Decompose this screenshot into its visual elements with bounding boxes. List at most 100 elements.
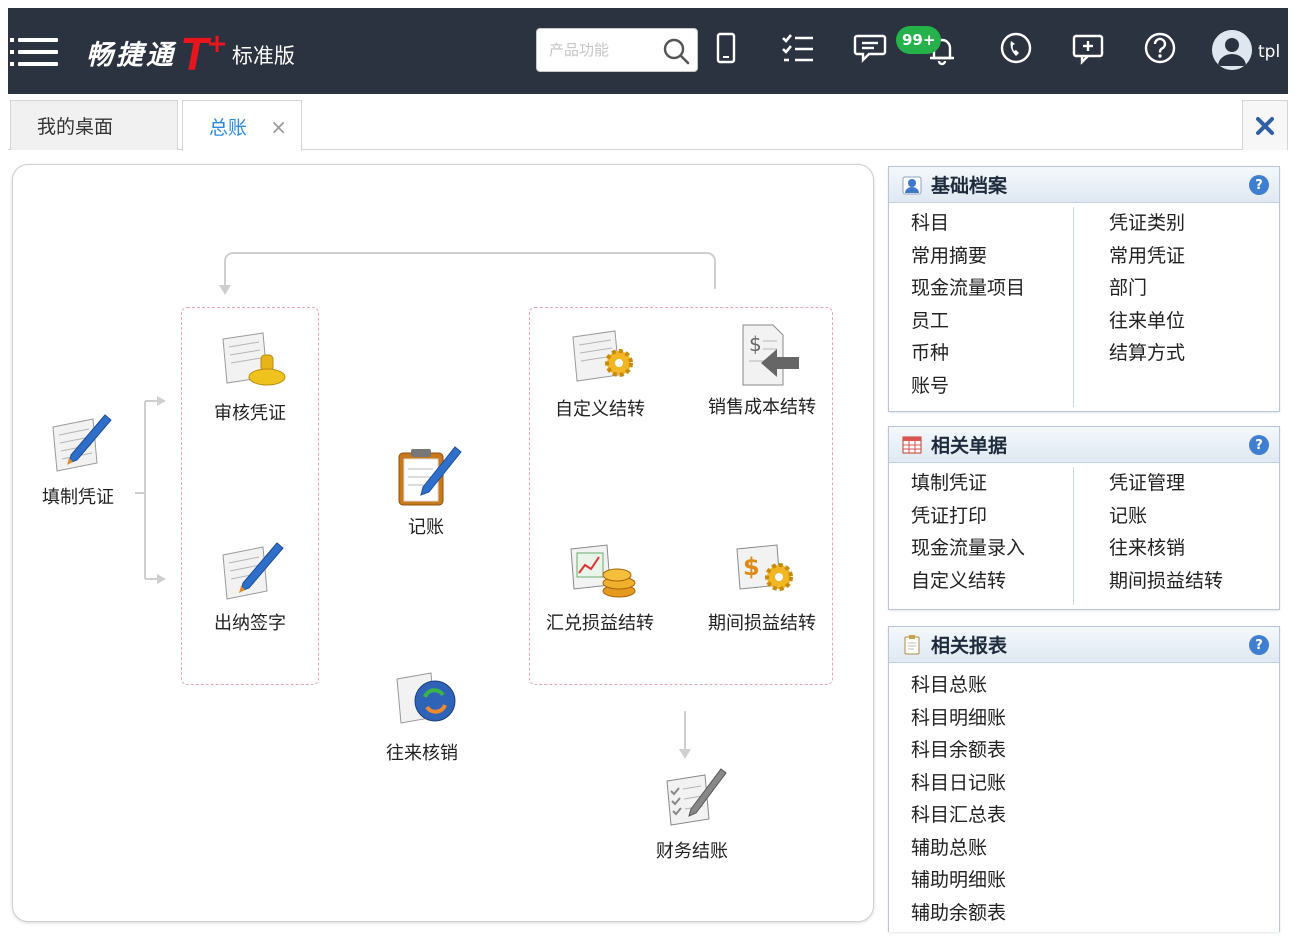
node-label: 往来核销 [386, 743, 458, 764]
fill-voucher-icon [52, 414, 112, 472]
logo-t: T [180, 28, 209, 80]
panel-related-documents: 相关单据 ? 填制凭证 凭证打印 现金流量录入 自定义结转 凭证管理 记账 往来… [888, 426, 1280, 610]
node-label: 审核凭证 [214, 403, 286, 424]
link-department[interactable]: 部门 [1109, 272, 1185, 305]
search-input[interactable] [549, 37, 659, 63]
link-writeoff[interactable]: 往来核销 [1109, 532, 1223, 565]
search-box[interactable] [536, 28, 698, 72]
node-audit-voucher[interactable]: 审核凭证 [185, 325, 315, 425]
link-cashflow-item[interactable]: 现金流量项目 [911, 272, 1025, 305]
panel-title: 相关单据 [931, 435, 1008, 457]
node-label: 填制凭证 [42, 487, 114, 508]
close-icon [1256, 116, 1274, 135]
edition-label: 标准版 [231, 44, 295, 68]
mobile-icon[interactable] [708, 30, 744, 66]
link-fill-voucher[interactable]: 填制凭证 [911, 467, 1025, 500]
node-label: 财务结账 [656, 841, 728, 862]
post-clipboard-icon [398, 446, 462, 506]
panel-body: 科目 常用摘要 现金流量项目 员工 币种 账号 凭证类别 常用凭证 部门 往来单… [889, 203, 1279, 411]
link-report-general-ledger[interactable]: 科目总账 [911, 669, 1006, 702]
notification-badge: 99+ [896, 26, 942, 54]
tab-label: 总账 [209, 116, 248, 139]
tab-general-ledger[interactable]: 总账 × [182, 100, 302, 151]
panel-title: 相关报表 [931, 635, 1008, 657]
search-icon[interactable] [661, 36, 691, 66]
link-partner-unit[interactable]: 往来单位 [1109, 305, 1185, 338]
node-ar-ap-writeoff[interactable]: 往来核销 [357, 665, 487, 765]
audit-voucher-icon [222, 332, 286, 386]
phone-icon[interactable] [998, 30, 1034, 66]
help-icon[interactable]: ? [1249, 175, 1269, 195]
link-custom-transfer[interactable]: 自定义结转 [911, 565, 1025, 598]
node-label: 汇兑损益结转 [546, 613, 654, 634]
node-period-pl-transfer[interactable]: $ 期间损益结转 [697, 535, 827, 635]
close-tab-icon[interactable]: × [270, 115, 287, 139]
user-name[interactable]: tpl [1258, 42, 1280, 62]
period-pl-transfer-icon: $ [736, 544, 793, 591]
node-cashier-sign[interactable]: 出纳签字 [185, 535, 315, 635]
node-fill-voucher[interactable]: 填制凭证 [13, 409, 143, 509]
menu-icon[interactable] [10, 38, 62, 68]
cashier-sign-icon [222, 542, 284, 600]
node-exchange-pl-transfer[interactable]: 汇兑损益结转 [535, 535, 665, 635]
link-common-summary[interactable]: 常用摘要 [911, 240, 1025, 273]
link-voucher-type[interactable]: 凭证类别 [1109, 207, 1185, 240]
task-list-icon[interactable] [780, 30, 816, 66]
link-report-journal[interactable]: 科目日记账 [911, 767, 1006, 800]
link-report-detail-ledger[interactable]: 科目明细账 [911, 702, 1006, 735]
link-report-aux-balance[interactable]: 辅助余额表 [911, 897, 1006, 930]
panel-header: 相关单据 ? [889, 427, 1279, 463]
feedback-icon[interactable] [1070, 30, 1106, 66]
node-label: 出纳签字 [214, 613, 286, 634]
help-icon[interactable]: ? [1249, 435, 1269, 455]
svg-text:$: $ [749, 332, 762, 356]
sales-cost-transfer-icon: $ [742, 324, 799, 386]
link-post[interactable]: 记账 [1109, 500, 1223, 533]
link-period-pl-transfer[interactable]: 期间损益结转 [1109, 565, 1223, 598]
node-label: 自定义结转 [555, 399, 645, 420]
help-icon[interactable] [1142, 30, 1178, 66]
tab-strip: 我的桌面 总账 × [8, 100, 1288, 151]
node-close-books[interactable]: 财务结账 [627, 763, 757, 863]
link-account-subject[interactable]: 科目 [911, 207, 1025, 240]
panel-header: 相关报表 ? [889, 627, 1279, 663]
logo-plus: + [206, 29, 228, 59]
link-report-aux-detail[interactable]: 辅助明细账 [911, 864, 1006, 897]
node-custom-transfer[interactable]: 自定义结转 [535, 321, 665, 421]
link-currency[interactable]: 币种 [911, 337, 1025, 370]
writeoff-icon [396, 672, 456, 724]
node-label: 销售成本结转 [708, 397, 816, 418]
link-bank-account[interactable]: 账号 [911, 370, 1025, 403]
panel-basic-records: 基础档案 ? 科目 常用摘要 现金流量项目 员工 币种 账号 凭证类别 常用凭证… [888, 166, 1280, 412]
close-all-tabs-button[interactable] [1242, 100, 1288, 150]
link-report-summary[interactable]: 科目汇总表 [911, 799, 1006, 832]
tab-label: 我的桌面 [37, 116, 114, 138]
link-print-voucher[interactable]: 凭证打印 [911, 500, 1025, 533]
help-icon[interactable]: ? [1249, 635, 1269, 655]
link-report-balance[interactable]: 科目余额表 [911, 734, 1006, 767]
user-avatar-icon[interactable] [1212, 30, 1252, 70]
message-icon[interactable] [852, 30, 888, 66]
link-settlement-method[interactable]: 结算方式 [1109, 337, 1185, 370]
user-card-icon [902, 176, 922, 194]
link-employee[interactable]: 员工 [911, 305, 1025, 338]
logo-text: 畅捷通 [86, 40, 176, 71]
panel-body: 填制凭证 凭证打印 现金流量录入 自定义结转 凭证管理 记账 往来核销 期间损益… [889, 463, 1279, 609]
node-sales-cost-transfer[interactable]: $ 销售成本结转 [697, 319, 827, 419]
table-icon [902, 436, 922, 453]
report-clipboard-icon [904, 634, 920, 654]
node-label: 记账 [408, 517, 444, 538]
link-voucher-management[interactable]: 凭证管理 [1109, 467, 1223, 500]
panel-related-reports: 相关报表 ? 科目总账 科目明细账 科目余额表 科目日记账 科目汇总表 辅助总账… [888, 626, 1280, 932]
custom-transfer-icon [572, 330, 633, 382]
link-report-aux-ledger[interactable]: 辅助总账 [911, 832, 1006, 865]
panel-body: 科目总账 科目明细账 科目余额表 科目日记账 科目汇总表 辅助总账 辅助明细账 … [889, 663, 1279, 931]
tab-my-desktop[interactable]: 我的桌面 [10, 100, 178, 150]
exchange-pl-transfer-icon [570, 544, 636, 598]
panel-header: 基础档案 ? [889, 167, 1279, 203]
panel-title: 基础档案 [931, 175, 1008, 197]
node-label: 期间损益结转 [708, 613, 816, 634]
node-post[interactable]: 记账 [361, 439, 491, 539]
link-cashflow-entry[interactable]: 现金流量录入 [911, 532, 1025, 565]
link-common-voucher[interactable]: 常用凭证 [1109, 240, 1185, 273]
